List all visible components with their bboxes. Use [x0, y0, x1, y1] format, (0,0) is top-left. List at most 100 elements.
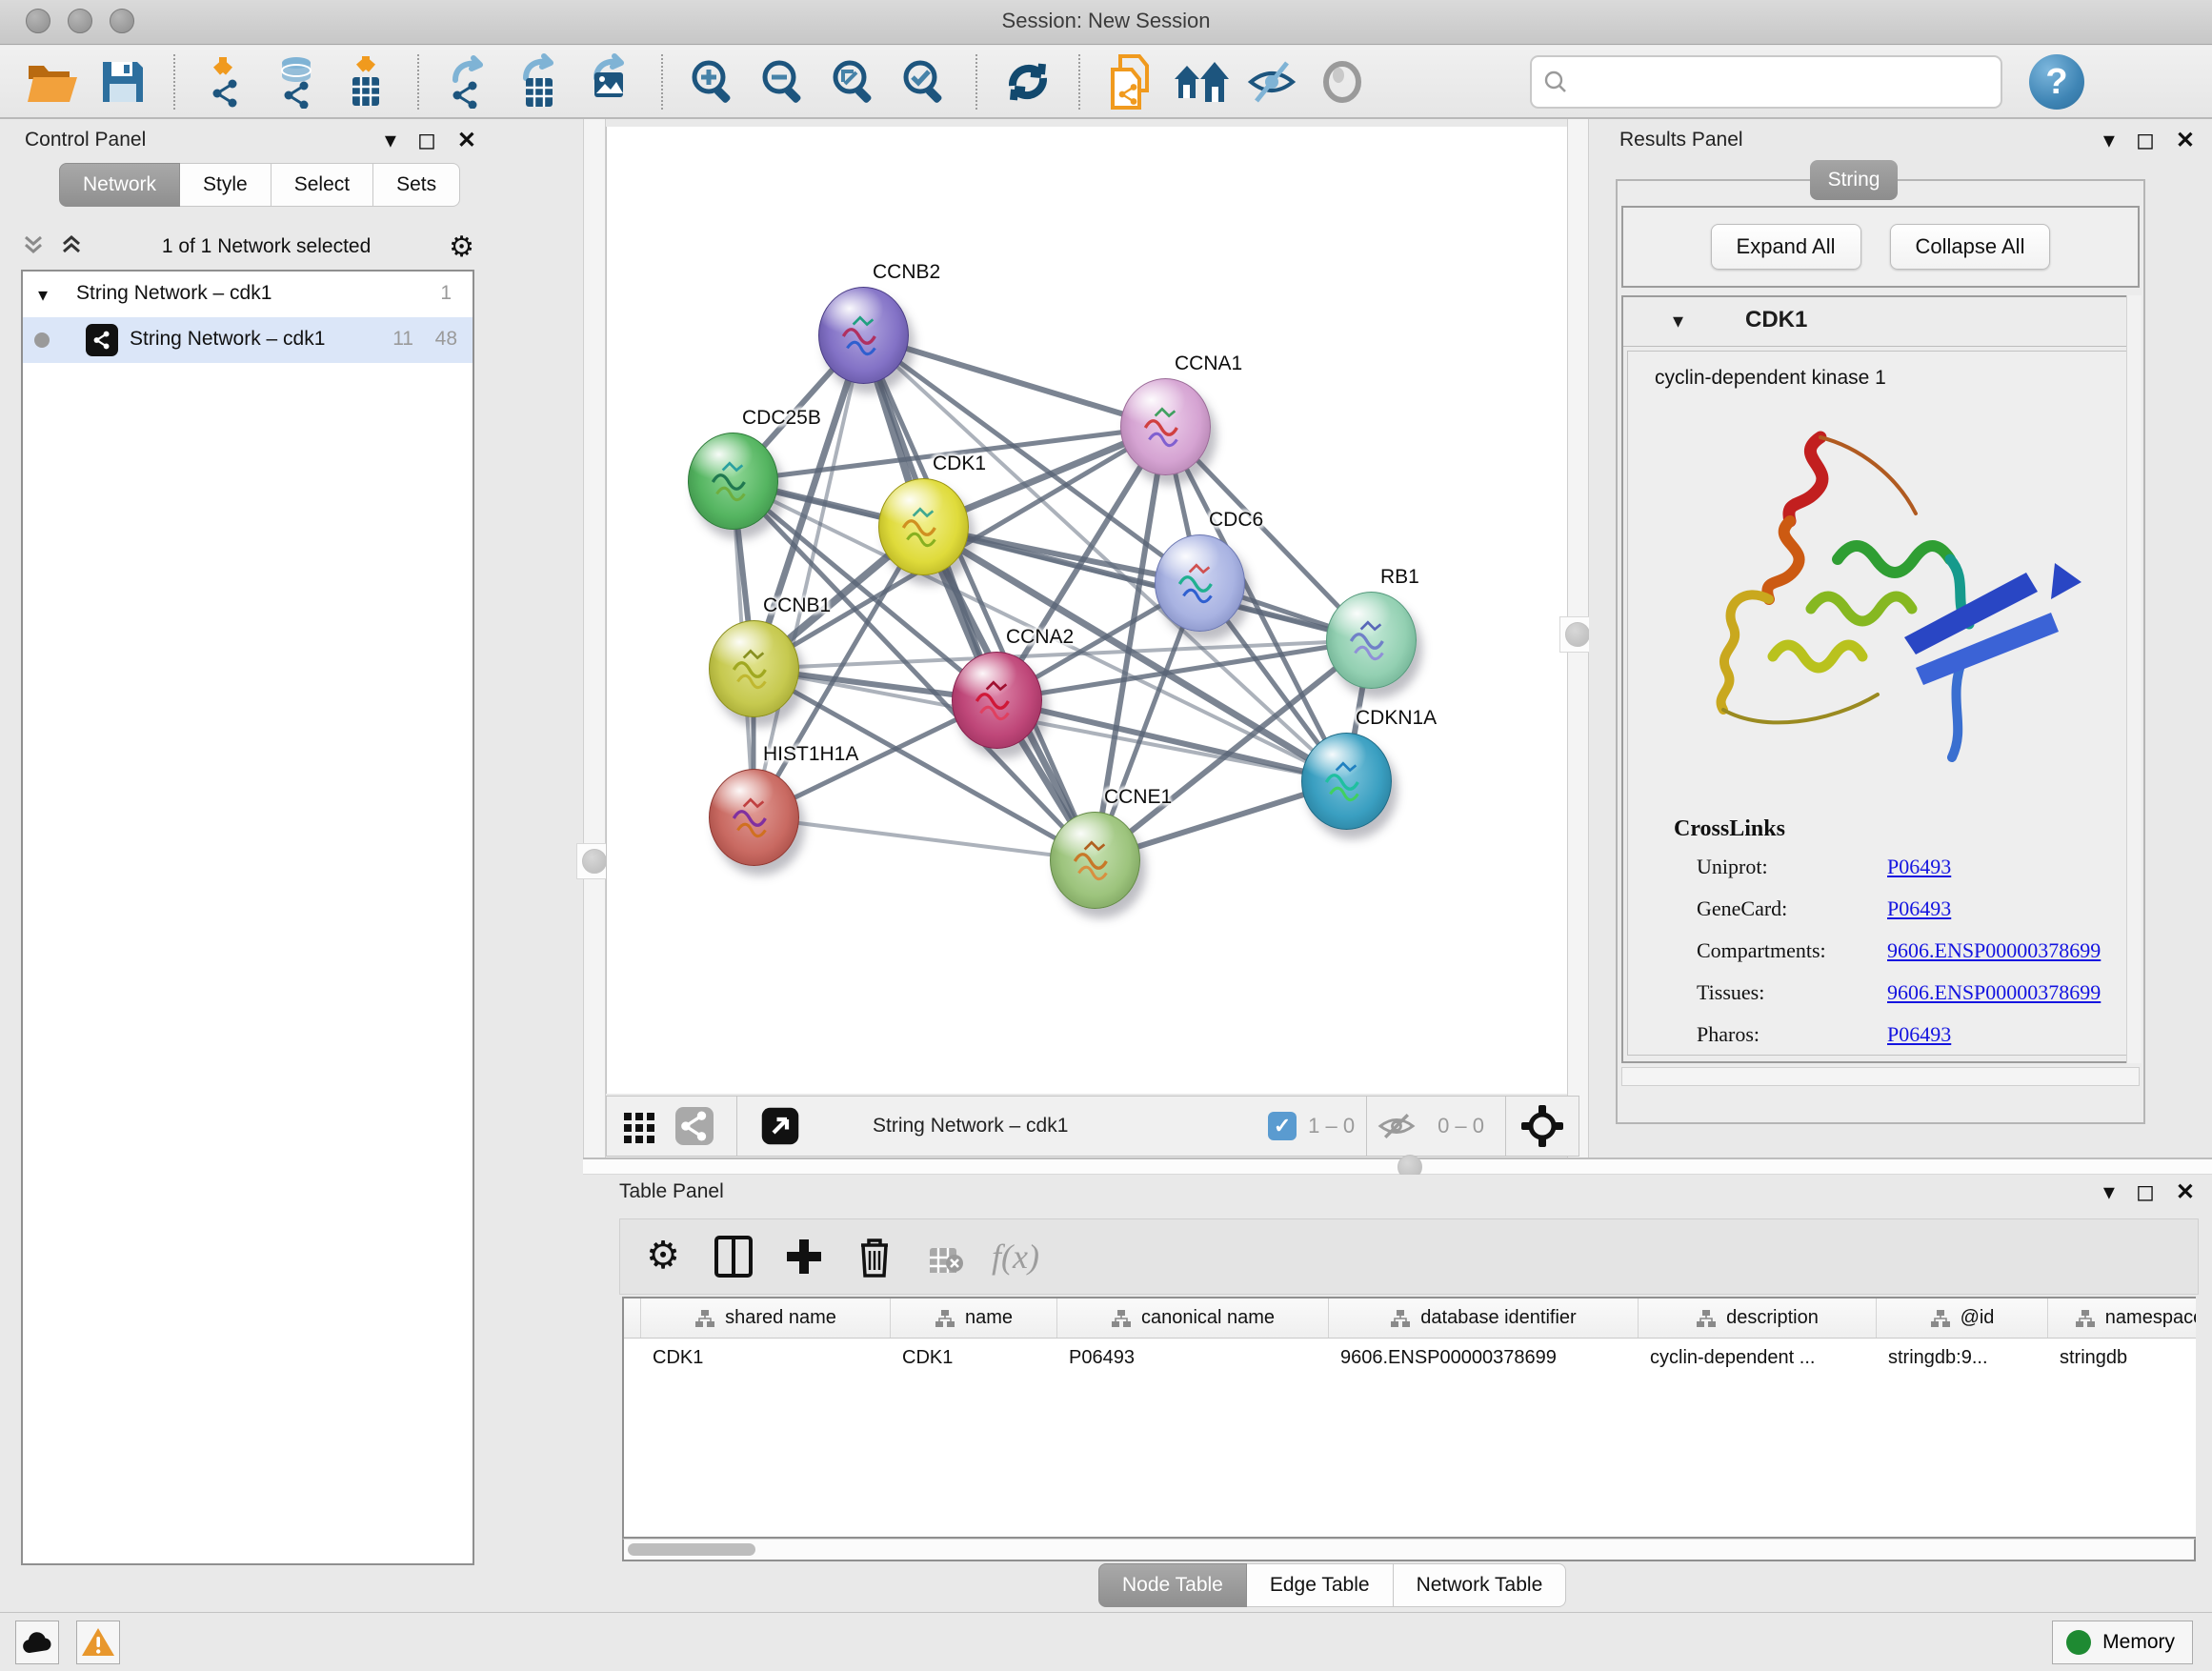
expand-all-icon[interactable]	[59, 232, 84, 262]
network-from-selection-button[interactable]	[1100, 51, 1161, 112]
tab-edge-table[interactable]: Edge Table	[1247, 1563, 1394, 1607]
protein-thumbnail	[1064, 834, 1125, 889]
export-image-button[interactable]	[580, 51, 641, 112]
network-options-gear-icon[interactable]: ⚙	[449, 231, 474, 264]
gene-collapse-arrow-icon[interactable]: ▾	[1673, 309, 1683, 333]
save-session-button[interactable]	[92, 51, 153, 112]
column-header-database-identifier[interactable]: database identifier	[1329, 1299, 1639, 1338]
tab-string[interactable]: String	[1810, 160, 1898, 200]
import-table-file-button[interactable]	[336, 51, 397, 112]
hide-selected-button[interactable]	[1241, 51, 1302, 112]
collapse-all-icon[interactable]	[21, 232, 46, 262]
split-columns-button[interactable]	[705, 1228, 762, 1285]
right-splitter[interactable]	[1567, 119, 1589, 1158]
delete-table-button[interactable]	[916, 1228, 974, 1285]
network-view[interactable]: CCNB2 CCNA1 CDC25B CDK1 CDC6 RB1 CCNB1 C…	[606, 127, 1567, 1094]
crosslink-link[interactable]: 9606.ENSP00000378699	[1887, 938, 2101, 963]
show-home-button[interactable]	[1171, 51, 1232, 112]
control-panel-close-icon[interactable]: ✕	[457, 127, 476, 154]
network-node-ccna2[interactable]	[952, 652, 1042, 749]
tab-node-table[interactable]: Node Table	[1098, 1563, 1247, 1607]
results-vscrollbar[interactable]	[2126, 295, 2142, 1063]
tab-network-table[interactable]: Network Table	[1394, 1563, 1567, 1607]
column-header-description[interactable]: description	[1639, 1299, 1877, 1338]
crosslink-link[interactable]: P06493	[1887, 896, 1951, 921]
network-edge[interactable]	[863, 335, 1165, 427]
gene-section-header[interactable]: ▾ CDK1	[1623, 297, 2138, 347]
crosslink-link[interactable]: P06493	[1887, 1022, 1951, 1047]
warnings-button[interactable]	[76, 1621, 120, 1664]
toolbar-separator	[417, 54, 419, 110]
zoom-out-button[interactable]	[754, 51, 814, 112]
network-node-cdc6[interactable]	[1155, 534, 1245, 632]
help-button[interactable]: ?	[2029, 54, 2084, 110]
network-node-cdc25b[interactable]	[688, 433, 778, 530]
birds-eye-grid-icon[interactable]	[622, 1109, 656, 1143]
hidden-eye-slash-icon[interactable]	[1377, 1110, 1417, 1142]
fit-content-button[interactable]	[824, 51, 885, 112]
network-node-cdkn1a[interactable]	[1301, 733, 1392, 830]
column-header-shared-name[interactable]: shared name	[641, 1299, 891, 1338]
table-settings-button[interactable]: ⚙	[634, 1228, 692, 1285]
protein-thumbnail	[1316, 755, 1377, 810]
network-node-ccnb1[interactable]	[709, 620, 799, 717]
open-session-button[interactable]	[22, 51, 83, 112]
table-hscrollbar[interactable]	[622, 1539, 2196, 1561]
network-node-rb1[interactable]	[1326, 592, 1417, 689]
network-edge[interactable]	[754, 817, 1095, 860]
control-panel-maximize-icon[interactable]: ◻	[417, 127, 436, 154]
network-node-ccne1[interactable]	[1050, 812, 1140, 909]
delete-column-button[interactable]	[846, 1228, 903, 1285]
collection-expand-arrow-icon[interactable]: ▾	[38, 283, 48, 307]
network-collection-row[interactable]: ▾ String Network – cdk1 1	[23, 272, 473, 317]
import-network-file-button[interactable]	[195, 51, 256, 112]
table-panel-close-icon[interactable]: ✕	[2176, 1178, 2195, 1206]
zoom-in-button[interactable]	[683, 51, 744, 112]
show-hidden-button[interactable]	[1312, 51, 1373, 112]
tab-select[interactable]: Select	[271, 163, 373, 207]
horizontal-splitter[interactable]	[583, 1158, 2212, 1175]
table-row[interactable]: CDK1CDK1P064939606.ENSP00000378699cyclin…	[624, 1339, 2196, 1380]
zoom-selected-button[interactable]	[895, 51, 955, 112]
network-node-ccnb2[interactable]	[818, 287, 909, 384]
add-column-button[interactable]	[775, 1228, 833, 1285]
table-panel-maximize-icon[interactable]: ◻	[2136, 1178, 2155, 1206]
search-input[interactable]	[1568, 61, 2001, 103]
network-node-ccna1[interactable]	[1120, 378, 1211, 475]
cloud-status-button[interactable]	[15, 1621, 59, 1664]
left-splitter[interactable]	[583, 119, 606, 1158]
tab-network[interactable]: Network	[59, 163, 180, 207]
birds-eye-view-icon[interactable]	[1521, 1105, 1563, 1147]
import-network-database-button[interactable]	[266, 51, 327, 112]
control-panel-float-icon[interactable]: ▾	[385, 127, 396, 154]
table-hscrollbar-thumb[interactable]	[628, 1543, 755, 1556]
expand-all-button[interactable]: Expand All	[1711, 224, 1861, 270]
crosslink-link[interactable]: P06493	[1887, 855, 1951, 879]
function-builder-button[interactable]: f(x)	[987, 1228, 1044, 1285]
tab-style[interactable]: Style	[180, 163, 271, 207]
table-panel-float-icon[interactable]: ▾	[2103, 1178, 2115, 1206]
network-node-cdk1[interactable]	[878, 478, 969, 575]
results-hscrollbar[interactable]	[1621, 1067, 2140, 1086]
export-table-button[interactable]	[510, 51, 571, 112]
tab-sets[interactable]: Sets	[373, 163, 460, 207]
network-share-gray-icon[interactable]	[675, 1107, 714, 1145]
column-header-name[interactable]: name	[891, 1299, 1057, 1338]
protein-thumbnail	[833, 309, 894, 364]
collapse-all-button[interactable]: Collapse All	[1890, 224, 2051, 270]
results-panel-maximize-icon[interactable]: ◻	[2136, 127, 2155, 154]
network-row[interactable]: String Network – cdk1 11 48	[23, 317, 473, 363]
column-header-canonical-name[interactable]: canonical name	[1057, 1299, 1329, 1338]
memory-button[interactable]: Memory	[2052, 1621, 2193, 1664]
column-header-namespace[interactable]: namespace	[2048, 1299, 2196, 1338]
network-node-hist1h1a[interactable]	[709, 769, 799, 866]
crosslink-link[interactable]: 9606.ENSP00000378699	[1887, 980, 2101, 1005]
column-header--id[interactable]: @id	[1877, 1299, 2048, 1338]
selected-checkbox-icon[interactable]: ✓	[1268, 1112, 1297, 1140]
apply-preferred-layout-button[interactable]	[997, 51, 1058, 112]
export-view-icon[interactable]	[760, 1106, 800, 1146]
network-node-count: 11	[392, 328, 413, 351]
export-network-button[interactable]	[439, 51, 500, 112]
results-panel-close-icon[interactable]: ✕	[2176, 127, 2195, 154]
results-panel-float-icon[interactable]: ▾	[2103, 127, 2115, 154]
